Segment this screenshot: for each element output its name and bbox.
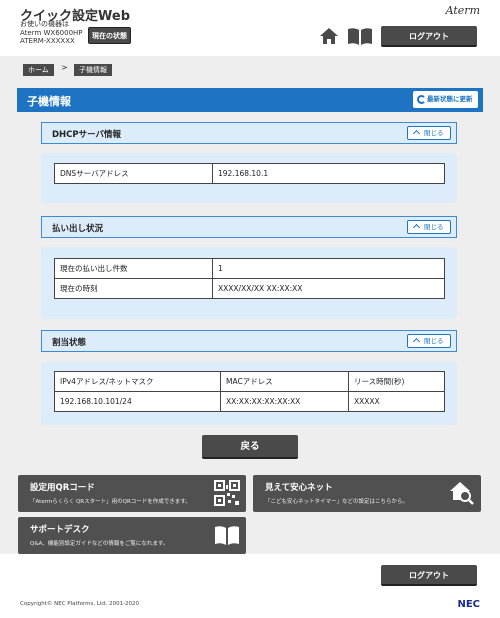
- dhcp-close-button[interactable]: 閉じる: [407, 126, 451, 140]
- close-label: 閉じる: [424, 337, 444, 345]
- dhcp-table: DNSサーバアドレス 192.168.10.1: [54, 163, 445, 184]
- chevron-up-icon: [412, 223, 421, 232]
- page-header: 子機情報 最新状態に更新: [17, 88, 483, 112]
- lease-table: 現在の払い出し件数 1 現在の時刻 XXXX/XX/XX XX:XX:XX: [54, 258, 445, 299]
- dns-label: DNSサーバアドレス: [54, 163, 213, 184]
- home-icon[interactable]: [319, 26, 339, 46]
- breadcrumb: ホーム > 子機情報: [0, 56, 500, 86]
- section-assignment-title: 割当状態: [52, 338, 87, 348]
- refresh-icon: [417, 95, 426, 104]
- breadcrumb-current: 子機情報: [74, 64, 112, 76]
- current-status-button[interactable]: 現在の状態: [88, 27, 131, 44]
- lease-time-cell: XXXXX: [348, 391, 445, 412]
- lease-count-value: 1: [212, 258, 445, 279]
- breadcrumb-home[interactable]: ホーム: [23, 64, 54, 76]
- chevron-up-icon: [412, 337, 421, 346]
- book-icon[interactable]: [347, 27, 373, 46]
- breadcrumb-separator: >: [61, 63, 68, 72]
- copyright: Copyright© NEC Platforms, Ltd. 2001-2020: [20, 601, 140, 607]
- refresh-button[interactable]: 最新状態に更新: [413, 91, 478, 108]
- current-time-label: 現在の時刻: [54, 278, 213, 299]
- book-icon: [215, 526, 239, 545]
- lease-count-label: 現在の払い出し件数: [54, 258, 213, 279]
- back-button[interactable]: 戻る: [202, 435, 298, 459]
- section-lease-header: 払い出し状況 閉じる: [41, 216, 457, 238]
- chevron-up-icon: [412, 129, 421, 138]
- home-search-icon: [450, 482, 474, 505]
- mac-cell: XX:XX:XX:XX:XX:XX: [220, 391, 349, 412]
- table-row: 現在の時刻 XXXX/XX/XX XX:XX:XX: [54, 278, 445, 299]
- column-header-ipv4: IPv4アドレス/ネットマスク: [54, 371, 221, 392]
- section-dhcp-title: DHCPサーバ情報: [52, 130, 122, 140]
- current-time-value: XXXX/XX/XX XX:XX:XX: [212, 278, 445, 299]
- page-title: 子機情報: [27, 95, 71, 108]
- assignment-close-button[interactable]: 閉じる: [407, 334, 451, 348]
- close-label: 閉じる: [424, 129, 444, 137]
- qr-code-icon: [214, 480, 240, 506]
- tile-mieta-anshin-net[interactable]: 見えて安心ネット 「こども安心ネットタイマー」などの設定はこちらから。: [253, 475, 481, 512]
- table-row: 現在の払い出し件数 1: [54, 258, 445, 279]
- table-header-row: IPv4アドレス/ネットマスク MACアドレス リース時間(秒): [54, 371, 445, 392]
- lease-close-button[interactable]: 閉じる: [407, 220, 451, 234]
- table-row: 192.168.10.101/24 XX:XX:XX:XX:XX:XX XXXX…: [54, 391, 445, 412]
- tile-desc: 「Atermらくらく QRスタート」用のQRコードを作成できます。: [30, 499, 191, 505]
- tile-title: 設定用QRコード: [30, 483, 95, 493]
- section-assignment-header: 割当状態 閉じる: [41, 330, 457, 352]
- tile-desc: Q&A、機能別設定ガイドなどの情報をご覧になれます。: [30, 541, 169, 547]
- column-header-lease-time: リース時間(秒): [348, 371, 445, 392]
- section-assignment-body: IPv4アドレス/ネットマスク MACアドレス リース時間(秒) 192.168…: [41, 362, 457, 425]
- tile-title: 見えて安心ネット: [265, 483, 333, 493]
- section-dhcp-header: DHCPサーバ情報 閉じる: [41, 122, 457, 144]
- tile-support-desk[interactable]: サポートデスク Q&A、機能別設定ガイドなどの情報をご覧になれます。: [18, 517, 246, 554]
- table-row: DNSサーバアドレス 192.168.10.1: [54, 163, 445, 184]
- dns-value: 192.168.10.1: [212, 163, 445, 184]
- section-dhcp-body: DNSサーバアドレス 192.168.10.1: [41, 153, 457, 203]
- tile-qr-code[interactable]: 設定用QRコード 「Atermらくらく QRスタート」用のQRコードを作成できま…: [18, 475, 246, 512]
- ipv4-cell: 192.168.10.101/24: [54, 391, 221, 412]
- section-lease-title: 払い出し状況: [52, 224, 104, 234]
- header: クイック設定Web お使いの機器は Aterm WX6000HP ATERM-X…: [0, 0, 500, 56]
- aterm-logo: Aterm: [445, 4, 480, 17]
- main-content: 子機情報 最新状態に更新 DHCPサーバ情報 閉じる DNSサーバアドレス 19…: [0, 86, 500, 554]
- tile-desc: 「こども安心ネットタイマー」などの設定はこちらから。: [265, 499, 409, 505]
- logout-button-top[interactable]: ログアウト: [381, 26, 477, 47]
- column-header-mac: MACアドレス: [220, 371, 349, 392]
- refresh-label: 最新状態に更新: [427, 95, 473, 103]
- section-lease-body: 現在の払い出し件数 1 現在の時刻 XXXX/XX/XX XX:XX:XX: [41, 247, 457, 319]
- close-label: 閉じる: [424, 223, 444, 231]
- nec-logo: NEC: [457, 599, 480, 610]
- tile-title: サポートデスク: [30, 525, 90, 535]
- logout-button-bottom[interactable]: ログアウト: [381, 565, 477, 586]
- assignment-table: IPv4アドレス/ネットマスク MACアドレス リース時間(秒) 192.168…: [54, 371, 445, 412]
